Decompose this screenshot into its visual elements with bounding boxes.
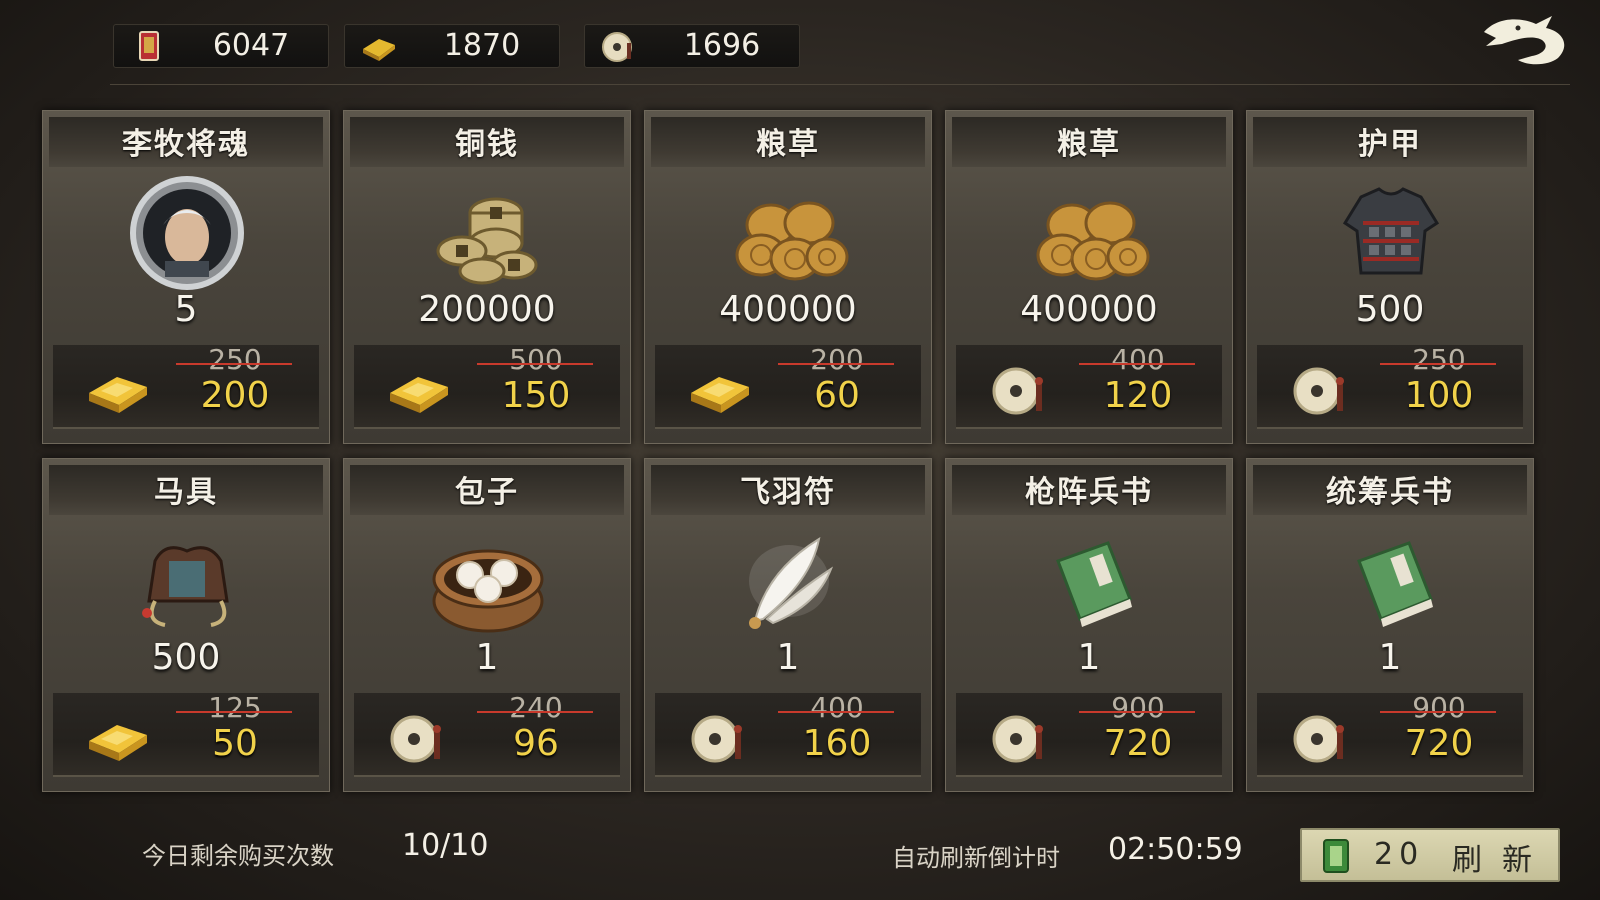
jade-coin-icon (986, 363, 1056, 417)
currency-token: 6047 (113, 24, 329, 68)
item-quantity: 1 (776, 637, 800, 678)
item-quantity: 1 (475, 637, 499, 678)
gold-count: 1870 (443, 28, 521, 63)
token-count: 6047 (212, 28, 290, 63)
jade-coin-icon (986, 711, 1056, 765)
price-strikethrough (477, 363, 593, 365)
item-name: 粮草 (756, 127, 820, 162)
item-quantity: 500 (1355, 289, 1425, 330)
item-quantity: 200000 (418, 289, 556, 330)
hay-bales-icon (1028, 173, 1152, 293)
discount-price: 150 (501, 375, 571, 416)
jade-coin-icon (1287, 711, 1357, 765)
original-price: 500 (509, 343, 563, 376)
discount-price: 50 (212, 723, 258, 764)
refresh-ticket-icon (1323, 839, 1349, 873)
refresh-cost: 20 (1374, 837, 1425, 872)
header-divider (110, 84, 1570, 85)
item-quantity: 1 (1378, 637, 1402, 678)
price-strikethrough (1380, 711, 1496, 713)
gold-ingot-icon (685, 363, 755, 417)
discount-price: 720 (1404, 723, 1474, 764)
item-name: 粮草 (1057, 127, 1121, 162)
armor-icon (1329, 173, 1453, 293)
shop-item-card[interactable]: 飞羽符 1 400 160 (644, 458, 932, 792)
saddle-icon (125, 521, 249, 641)
currency-jade: 1696 (584, 24, 800, 68)
item-name: 包子 (455, 475, 519, 510)
item-quantity: 1 (1077, 637, 1101, 678)
price-strikethrough (176, 363, 292, 365)
discount-price: 96 (513, 723, 559, 764)
refresh-button[interactable]: 20 刷新 (1300, 828, 1560, 882)
refresh-label: 刷新 (1452, 843, 1552, 878)
original-price: 125 (208, 691, 262, 724)
jade-coin-icon (685, 711, 755, 765)
gold-ingot-icon (83, 363, 153, 417)
steamed-buns-icon (426, 521, 550, 641)
shop-item-card[interactable]: 枪阵兵书 1 900 720 (945, 458, 1233, 792)
shop-item-card[interactable]: 统筹兵书 1 900 720 (1246, 458, 1534, 792)
price-strikethrough (1079, 363, 1195, 365)
currency-gold: 1870 (344, 24, 560, 68)
green-book-icon (1028, 521, 1152, 641)
price-strikethrough (1380, 363, 1496, 365)
discount-price: 100 (1404, 375, 1474, 416)
price-strikethrough (778, 363, 894, 365)
shop-item-card[interactable]: 李牧将魂 5 250 200 (42, 110, 330, 444)
jade-count: 1696 (683, 28, 761, 63)
discount-price: 720 (1103, 723, 1173, 764)
item-name: 护甲 (1358, 127, 1422, 162)
item-name: 马具 (154, 475, 218, 510)
item-name: 飞羽符 (740, 475, 836, 510)
price-strikethrough (176, 711, 292, 713)
discount-price: 200 (200, 375, 270, 416)
original-price: 250 (208, 343, 262, 376)
shop-item-card[interactable]: 粮草 400000 200 60 (644, 110, 932, 444)
original-price: 400 (1111, 343, 1165, 376)
price-strikethrough (778, 711, 894, 713)
item-name: 铜钱 (455, 127, 519, 162)
gold-ingot-icon (363, 39, 395, 61)
jade-coin-icon (384, 711, 454, 765)
item-name: 统筹兵书 (1326, 475, 1454, 510)
feather-icon (727, 521, 851, 641)
discount-price: 120 (1103, 375, 1173, 416)
price-strikethrough (1079, 711, 1195, 713)
item-quantity: 500 (151, 637, 221, 678)
original-price: 200 (810, 343, 864, 376)
shop-item-card[interactable]: 包子 1 240 96 (343, 458, 631, 792)
shop-item-card[interactable]: 粮草 400000 400 120 (945, 110, 1233, 444)
discount-price: 160 (802, 723, 872, 764)
original-price: 240 (509, 691, 563, 724)
copper-coins-icon (426, 173, 550, 293)
green-book-icon (1329, 521, 1453, 641)
original-price: 900 (1412, 691, 1466, 724)
original-price: 250 (1412, 343, 1466, 376)
remaining-value: 10/10 (402, 828, 489, 863)
shop-item-card[interactable]: 马具 500 125 50 (42, 458, 330, 792)
dragon-back-icon[interactable] (1478, 10, 1574, 70)
price-strikethrough (477, 711, 593, 713)
jade-coin-icon (1287, 363, 1357, 417)
discount-price: 60 (814, 375, 860, 416)
countdown-value: 02:50:59 (1108, 832, 1243, 867)
shop-item-card[interactable]: 护甲 500 250 100 (1246, 110, 1534, 444)
item-quantity: 5 (174, 289, 198, 330)
remaining-label: 今日剩余购买次数 (142, 842, 334, 870)
item-name: 枪阵兵书 (1025, 475, 1153, 510)
countdown-label: 自动刷新倒计时 (892, 844, 1060, 872)
gold-ingot-icon (384, 363, 454, 417)
shop-item-card[interactable]: 铜钱 200000 500 150 (343, 110, 631, 444)
general-portrait-icon (125, 173, 249, 293)
item-quantity: 400000 (719, 289, 857, 330)
jade-coin-icon (602, 32, 632, 62)
item-name: 李牧将魂 (122, 127, 250, 162)
gold-ingot-icon (83, 711, 153, 765)
token-card-icon (139, 31, 159, 61)
hay-bales-icon (727, 173, 851, 293)
original-price: 400 (810, 691, 864, 724)
item-quantity: 400000 (1020, 289, 1158, 330)
original-price: 900 (1111, 691, 1165, 724)
